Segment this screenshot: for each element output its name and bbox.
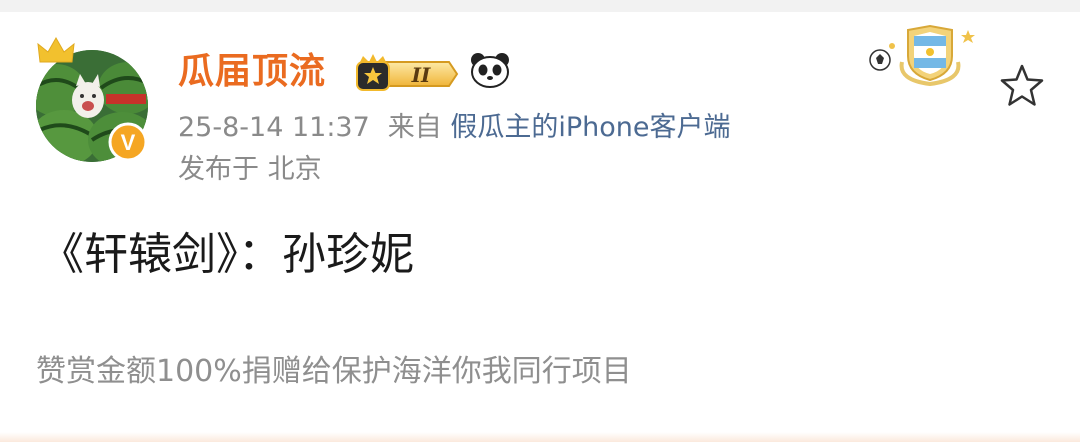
top-separator bbox=[0, 0, 1080, 12]
verified-badge-icon: V bbox=[108, 122, 148, 162]
post-meta: 25-8-14 11:37 来自 假瓜主的iPhone客户端 bbox=[178, 109, 731, 147]
panda-icon bbox=[471, 53, 509, 88]
post-content: 《轩辕剑》：孙珍妮 bbox=[40, 229, 414, 280]
author-name[interactable]: 瓜届顶流 bbox=[178, 50, 326, 94]
favorite-star-icon[interactable] bbox=[998, 62, 1046, 110]
bottom-edge bbox=[0, 432, 1080, 442]
client-link[interactable]: 假瓜主的iPhone客户端 bbox=[450, 112, 730, 143]
svg-text:II: II bbox=[411, 63, 431, 87]
post-time: 25-8-14 11:37 bbox=[178, 112, 370, 143]
reward-note: 赞赏金额100%捐赠给保护海洋你我同行项目 bbox=[36, 354, 632, 389]
svg-text:V: V bbox=[121, 130, 136, 155]
author-avatar[interactable]: V bbox=[36, 36, 156, 170]
from-label: 来自 bbox=[387, 112, 442, 143]
argentina-medal-icon bbox=[869, 24, 975, 86]
crown-icon bbox=[37, 36, 75, 63]
post-location: 发布于 北京 bbox=[178, 154, 322, 185]
vip-level-badge-icon[interactable]: II bbox=[353, 54, 461, 94]
